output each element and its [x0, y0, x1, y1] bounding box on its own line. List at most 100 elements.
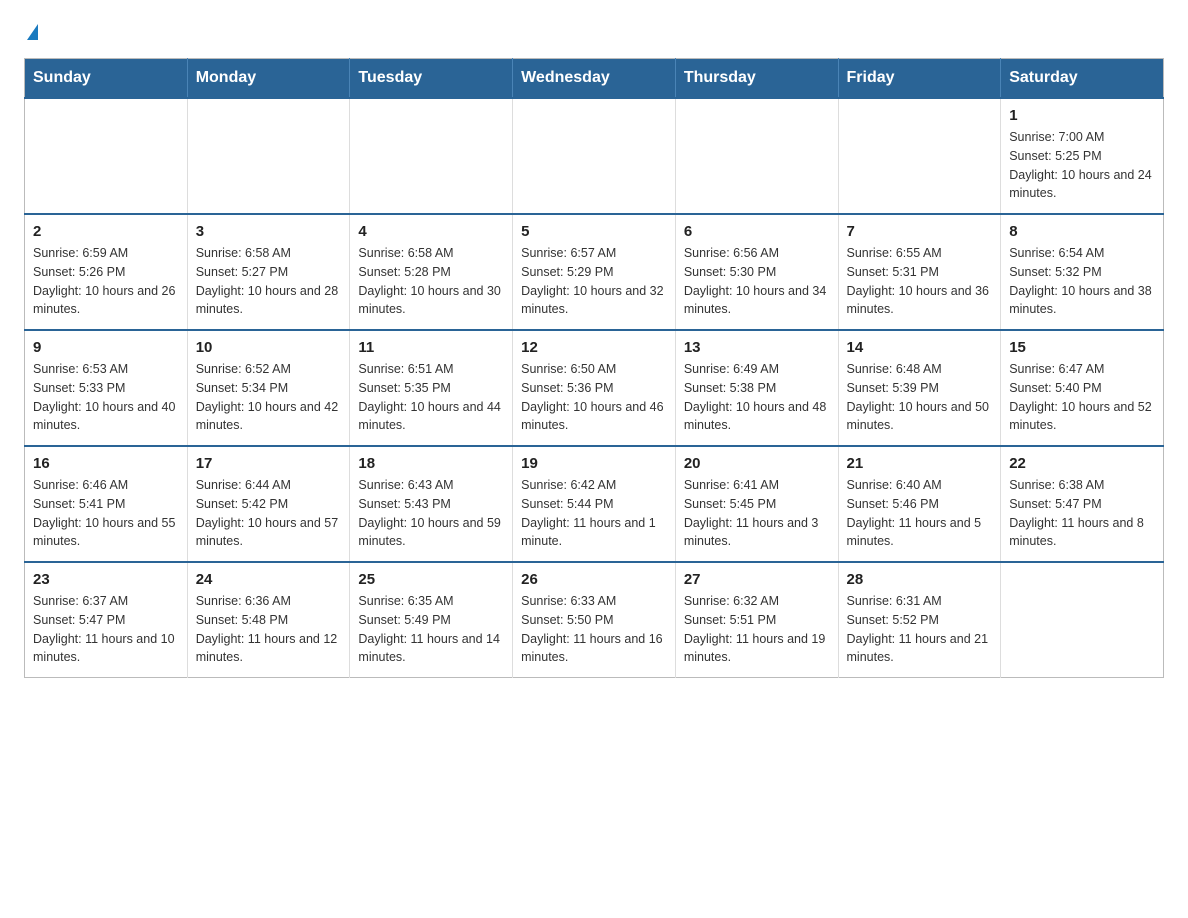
- day-number: 21: [847, 455, 993, 472]
- day-cell: [25, 98, 188, 214]
- page-header: [24, 24, 1164, 42]
- day-cell: [187, 98, 350, 214]
- day-number: 8: [1009, 223, 1155, 240]
- day-cell: [350, 98, 513, 214]
- day-cell: 10Sunrise: 6:52 AMSunset: 5:34 PMDayligh…: [187, 330, 350, 446]
- day-info: Sunrise: 6:55 AMSunset: 5:31 PMDaylight:…: [847, 244, 993, 319]
- week-row-1: 1Sunrise: 7:00 AMSunset: 5:25 PMDaylight…: [25, 98, 1164, 214]
- day-cell: 5 Sunrise: 6:57 AMSunset: 5:29 PMDaylight…: [513, 214, 676, 330]
- day-cell: [513, 98, 676, 214]
- day-info: Sunrise: 6:48 AMSunset: 5:39 PMDaylight:…: [847, 360, 993, 435]
- week-row-4: 16 Sunrise: 6:46 AMSunset: 5:41 PMDayligh…: [25, 446, 1164, 562]
- day-cell: 20 Sunrise: 6:41 AMSunset: 5:45 PMDayligh…: [675, 446, 838, 562]
- day-cell: 14 Sunrise: 6:48 AMSunset: 5:39 PMDayligh…: [838, 330, 1001, 446]
- day-number: 7: [847, 223, 993, 240]
- day-cell: [675, 98, 838, 214]
- day-number: 11: [358, 339, 504, 356]
- day-number: 1: [1009, 107, 1155, 124]
- day-number: 15: [1009, 339, 1155, 356]
- day-info: Sunrise: 6:44 AMSunset: 5:42 PMDaylight:…: [196, 476, 342, 551]
- day-number: 19: [521, 455, 667, 472]
- day-info: Sunrise: 6:52 AMSunset: 5:34 PMDaylight:…: [196, 360, 342, 435]
- days-of-week-row: SundayMondayTuesdayWednesdayThursdayFrid…: [25, 59, 1164, 99]
- day-info: Sunrise: 6:43 AMSunset: 5:43 PMDaylight:…: [358, 476, 504, 551]
- day-cell: 21 Sunrise: 6:40 AMSunset: 5:46 PMDayligh…: [838, 446, 1001, 562]
- day-number: 26: [521, 571, 667, 588]
- day-cell: 15Sunrise: 6:47 AMSunset: 5:40 PMDayligh…: [1001, 330, 1164, 446]
- calendar-body: 1Sunrise: 7:00 AMSunset: 5:25 PMDaylight…: [25, 98, 1164, 678]
- day-cell: 9 Sunrise: 6:53 AMSunset: 5:33 PMDaylight…: [25, 330, 188, 446]
- day-cell: 19 Sunrise: 6:42 AMSunset: 5:44 PMDayligh…: [513, 446, 676, 562]
- day-number: 24: [196, 571, 342, 588]
- day-number: 9: [33, 339, 179, 356]
- day-number: 17: [196, 455, 342, 472]
- day-cell: 7 Sunrise: 6:55 AMSunset: 5:31 PMDaylight…: [838, 214, 1001, 330]
- day-cell: 28 Sunrise: 6:31 AMSunset: 5:52 PMDayligh…: [838, 562, 1001, 678]
- day-number: 13: [684, 339, 830, 356]
- day-number: 23: [33, 571, 179, 588]
- day-info: Sunrise: 6:36 AMSunset: 5:48 PMDaylight:…: [196, 592, 342, 667]
- day-number: 16: [33, 455, 179, 472]
- day-number: 3: [196, 223, 342, 240]
- day-info: Sunrise: 6:35 AMSunset: 5:49 PMDaylight:…: [358, 592, 504, 667]
- day-number: 2: [33, 223, 179, 240]
- day-header-sunday: Sunday: [25, 59, 188, 99]
- day-cell: 12Sunrise: 6:50 AMSunset: 5:36 PMDayligh…: [513, 330, 676, 446]
- day-info: Sunrise: 6:32 AMSunset: 5:51 PMDaylight:…: [684, 592, 830, 667]
- day-number: 4: [358, 223, 504, 240]
- day-cell: 16 Sunrise: 6:46 AMSunset: 5:41 PMDayligh…: [25, 446, 188, 562]
- day-cell: 8 Sunrise: 6:54 AMSunset: 5:32 PMDaylight…: [1001, 214, 1164, 330]
- calendar-header: SundayMondayTuesdayWednesdayThursdayFrid…: [25, 59, 1164, 99]
- day-number: 18: [358, 455, 504, 472]
- day-cell: 11 Sunrise: 6:51 AMSunset: 5:35 PMDayligh…: [350, 330, 513, 446]
- day-info: Sunrise: 6:53 AMSunset: 5:33 PMDaylight:…: [33, 360, 179, 435]
- day-info: Sunrise: 6:38 AMSunset: 5:47 PMDaylight:…: [1009, 476, 1155, 551]
- day-number: 25: [358, 571, 504, 588]
- day-number: 14: [847, 339, 993, 356]
- day-header-monday: Monday: [187, 59, 350, 99]
- day-cell: 2Sunrise: 6:59 AMSunset: 5:26 PMDaylight…: [25, 214, 188, 330]
- day-header-friday: Friday: [838, 59, 1001, 99]
- day-info: Sunrise: 6:51 AMSunset: 5:35 PMDaylight:…: [358, 360, 504, 435]
- day-cell: 23 Sunrise: 6:37 AMSunset: 5:47 PMDayligh…: [25, 562, 188, 678]
- day-info: Sunrise: 6:56 AMSunset: 5:30 PMDaylight:…: [684, 244, 830, 319]
- day-cell: 24 Sunrise: 6:36 AMSunset: 5:48 PMDayligh…: [187, 562, 350, 678]
- day-number: 5: [521, 223, 667, 240]
- day-info: Sunrise: 6:57 AMSunset: 5:29 PMDaylight:…: [521, 244, 667, 319]
- day-header-wednesday: Wednesday: [513, 59, 676, 99]
- day-cell: 26 Sunrise: 6:33 AMSunset: 5:50 PMDayligh…: [513, 562, 676, 678]
- day-number: 28: [847, 571, 993, 588]
- day-info: Sunrise: 6:41 AMSunset: 5:45 PMDaylight:…: [684, 476, 830, 551]
- day-info: Sunrise: 6:33 AMSunset: 5:50 PMDaylight:…: [521, 592, 667, 667]
- day-number: 27: [684, 571, 830, 588]
- day-header-tuesday: Tuesday: [350, 59, 513, 99]
- day-number: 6: [684, 223, 830, 240]
- day-cell: 17 Sunrise: 6:44 AMSunset: 5:42 PMDayligh…: [187, 446, 350, 562]
- day-number: 20: [684, 455, 830, 472]
- logo-triangle-icon: [27, 24, 38, 40]
- day-info: Sunrise: 6:54 AMSunset: 5:32 PMDaylight:…: [1009, 244, 1155, 319]
- day-number: 22: [1009, 455, 1155, 472]
- day-cell: 27 Sunrise: 6:32 AMSunset: 5:51 PMDayligh…: [675, 562, 838, 678]
- day-cell: 25 Sunrise: 6:35 AMSunset: 5:49 PMDayligh…: [350, 562, 513, 678]
- day-info: Sunrise: 6:37 AMSunset: 5:47 PMDaylight:…: [33, 592, 179, 667]
- day-info: Sunrise: 6:46 AMSunset: 5:41 PMDaylight:…: [33, 476, 179, 551]
- day-header-thursday: Thursday: [675, 59, 838, 99]
- day-info: Sunrise: 6:40 AMSunset: 5:46 PMDaylight:…: [847, 476, 993, 551]
- day-info: Sunrise: 6:42 AMSunset: 5:44 PMDaylight:…: [521, 476, 667, 551]
- day-info: Sunrise: 6:49 AMSunset: 5:38 PMDaylight:…: [684, 360, 830, 435]
- logo: [24, 24, 38, 42]
- day-cell: 1Sunrise: 7:00 AMSunset: 5:25 PMDaylight…: [1001, 98, 1164, 214]
- week-row-3: 9 Sunrise: 6:53 AMSunset: 5:33 PMDaylight…: [25, 330, 1164, 446]
- day-cell: 6 Sunrise: 6:56 AMSunset: 5:30 PMDaylight…: [675, 214, 838, 330]
- week-row-5: 23 Sunrise: 6:37 AMSunset: 5:47 PMDayligh…: [25, 562, 1164, 678]
- day-info: Sunrise: 6:31 AMSunset: 5:52 PMDaylight:…: [847, 592, 993, 667]
- day-cell: [1001, 562, 1164, 678]
- day-cell: 22 Sunrise: 6:38 AMSunset: 5:47 PMDayligh…: [1001, 446, 1164, 562]
- day-info: Sunrise: 6:58 AMSunset: 5:28 PMDaylight:…: [358, 244, 504, 319]
- day-cell: [838, 98, 1001, 214]
- day-cell: 18 Sunrise: 6:43 AMSunset: 5:43 PMDayligh…: [350, 446, 513, 562]
- day-info: Sunrise: 6:58 AMSunset: 5:27 PMDaylight:…: [196, 244, 342, 319]
- calendar-table: SundayMondayTuesdayWednesdayThursdayFrid…: [24, 58, 1164, 678]
- day-info: Sunrise: 6:50 AMSunset: 5:36 PMDaylight:…: [521, 360, 667, 435]
